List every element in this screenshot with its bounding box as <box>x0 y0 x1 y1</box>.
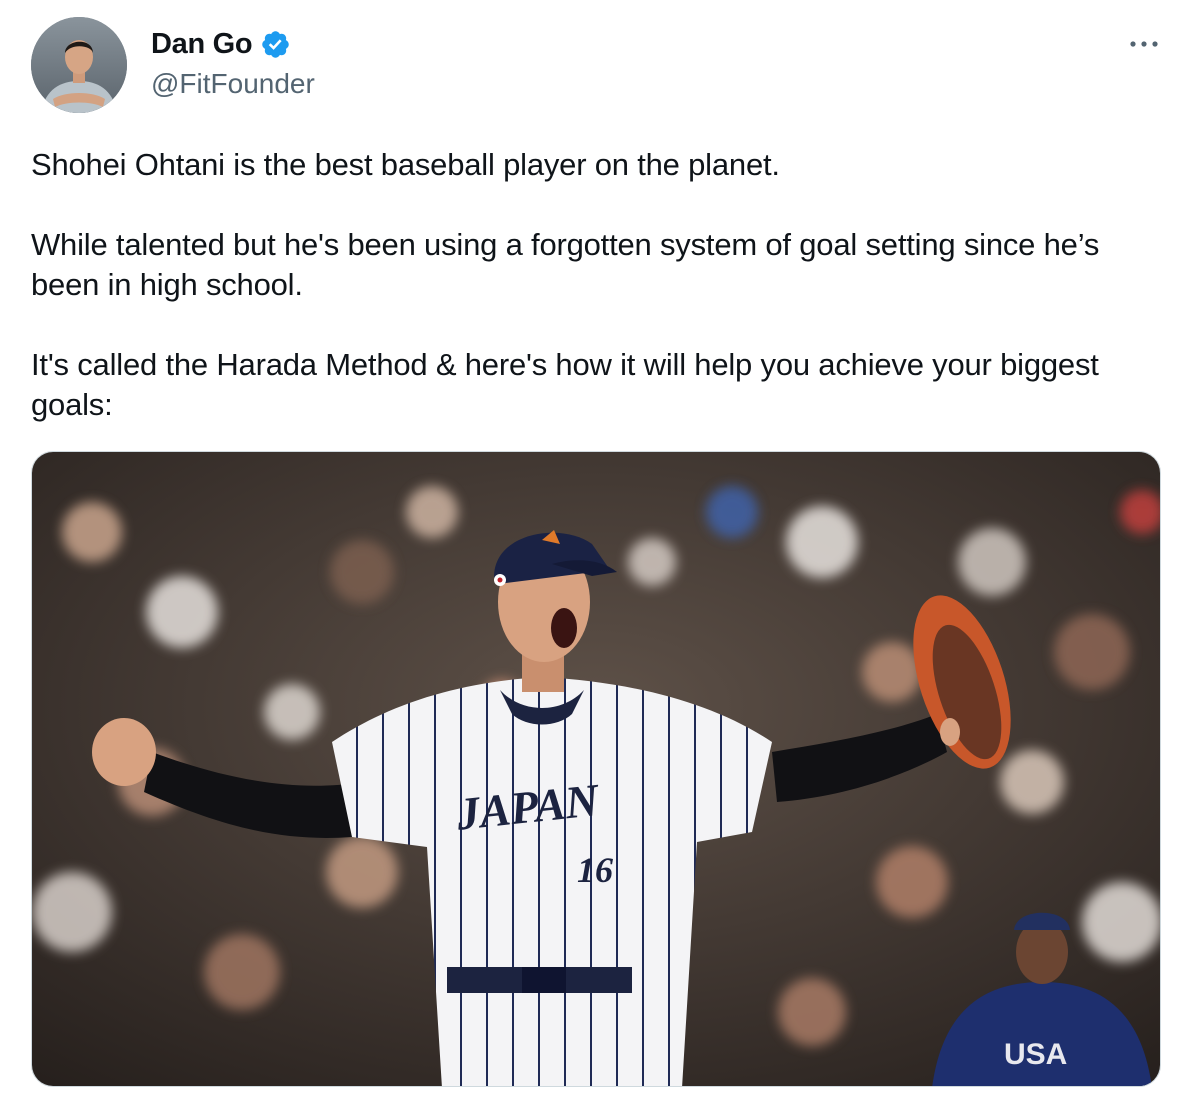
tweet-media-photo[interactable]: USA JAPAN 16 <box>31 451 1161 1087</box>
baseball-player-photo: USA JAPAN 16 <box>32 452 1160 1086</box>
author-handle[interactable]: @FitFounder <box>151 66 315 102</box>
jersey-number: 16 <box>577 850 613 890</box>
author-avatar[interactable] <box>31 17 127 113</box>
avatar-image <box>31 17 127 113</box>
author-display-name[interactable]: Dan Go <box>151 26 253 62</box>
tweet-card: Dan Go @FitFounder Shohei Ohtani is the … <box>0 0 1194 1110</box>
usa-jersey-text: USA <box>1004 1038 1067 1071</box>
verified-badge-icon <box>260 29 291 60</box>
more-options-icon[interactable] <box>1128 36 1160 52</box>
tweet-text: Shohei Ohtani is the best baseball playe… <box>31 147 1100 422</box>
author-name-row[interactable]: Dan Go <box>151 26 291 62</box>
